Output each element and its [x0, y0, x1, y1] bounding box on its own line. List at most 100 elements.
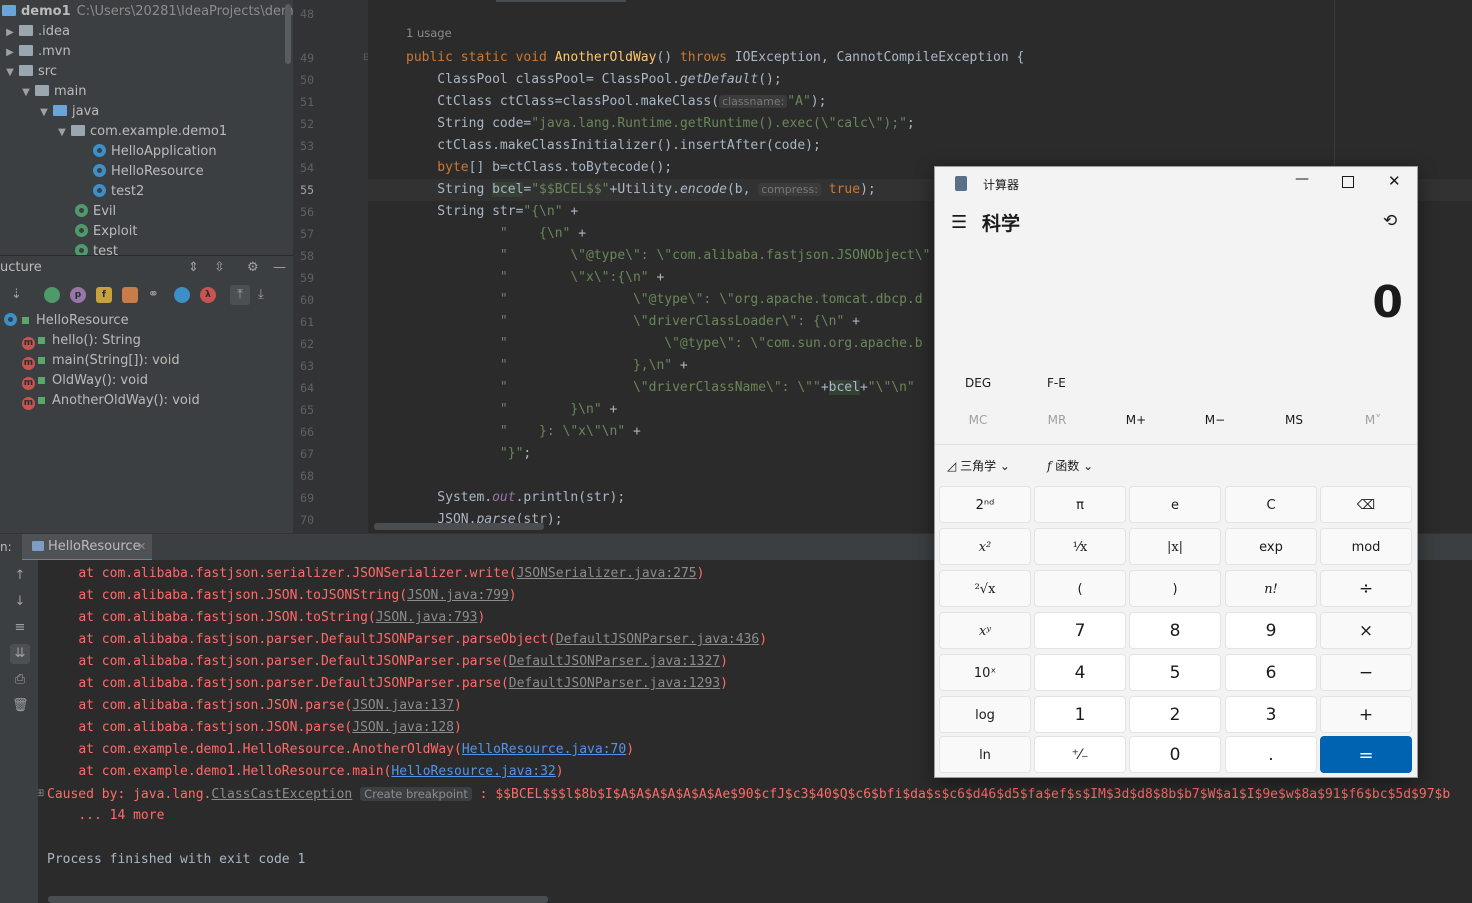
- source-link[interactable]: HelloResource.java:70: [462, 742, 626, 757]
- trigonometry-dropdown[interactable]: ◿ 三角学 ⌄: [947, 457, 1010, 474]
- log-button[interactable]: log: [939, 696, 1031, 733]
- ten-power-button[interactable]: 10ˣ: [939, 654, 1031, 691]
- anonymous-classes-icon[interactable]: [174, 287, 190, 303]
- memory-store-button[interactable]: MS: [1269, 413, 1319, 427]
- create-breakpoint-button[interactable]: Create breakpoint: [360, 787, 472, 801]
- chevron-down-icon[interactable]: ▼: [20, 83, 32, 103]
- source-link[interactable]: JSONSerializer.java:275: [517, 566, 697, 581]
- add-button[interactable]: +: [1320, 696, 1412, 733]
- chevron-right-icon[interactable]: ▶: [4, 23, 16, 43]
- print-icon[interactable]: ⎙: [12, 672, 28, 688]
- collapse-all-icon[interactable]: ⇳: [214, 256, 225, 280]
- gear-icon[interactable]: ⚙: [247, 256, 259, 280]
- close-button[interactable]: ✕: [1388, 172, 1401, 190]
- hierarchy-icon[interactable]: ⚭: [148, 287, 159, 302]
- tree-item-src[interactable]: ▼ src: [4, 62, 57, 82]
- history-icon[interactable]: ⟲: [1383, 211, 1397, 231]
- run-tab-helloresource[interactable]: HelloResource ✕: [22, 534, 152, 561]
- tree-item-evil[interactable]: Evil: [75, 202, 116, 222]
- tree-item-helloresource[interactable]: HelloResource: [93, 162, 204, 182]
- memory-clear-button[interactable]: MC: [953, 413, 1003, 427]
- show-fields-icon[interactable]: f: [96, 287, 112, 303]
- memory-subtract-button[interactable]: M−: [1190, 413, 1240, 427]
- memory-recall-button[interactable]: MR: [1032, 413, 1082, 427]
- source-link[interactable]: JSON.java:799: [407, 588, 509, 603]
- tree-item-test[interactable]: test: [75, 242, 118, 255]
- digit-8-button[interactable]: 8: [1129, 612, 1221, 649]
- exception-link[interactable]: ClassCastException: [211, 787, 352, 802]
- mod-button[interactable]: mod: [1320, 528, 1412, 565]
- lambdas-icon[interactable]: λ: [200, 287, 216, 303]
- digit-2-button[interactable]: 2: [1129, 696, 1221, 733]
- second-function-button[interactable]: 2ⁿᵈ: [939, 486, 1031, 523]
- structure-member[interactable]: m main(String[]): void: [22, 351, 180, 371]
- decimal-button[interactable]: .: [1225, 736, 1317, 773]
- trash-icon[interactable]: 🗑: [12, 698, 29, 714]
- arrow-up-icon[interactable]: ↑: [12, 568, 28, 584]
- tree-item-root[interactable]: demo1 C:\Users\20281\IdeaProjects\demo1: [2, 2, 293, 22]
- digit-3-button[interactable]: 3: [1225, 696, 1317, 733]
- source-link[interactable]: DefaultJSONParser.java:1327: [509, 654, 720, 669]
- source-link[interactable]: JSON.java:128: [352, 720, 454, 735]
- e-button[interactable]: e: [1129, 486, 1221, 523]
- sort-icon[interactable]: ⇣: [11, 287, 22, 302]
- chevron-down-icon[interactable]: ▼: [56, 123, 68, 143]
- power-button[interactable]: xʸ: [939, 612, 1031, 649]
- autoscroll-to-source-icon[interactable]: ⤒: [230, 285, 250, 305]
- ln-button[interactable]: ln: [939, 736, 1031, 773]
- minimize-button[interactable]: —: [1295, 171, 1309, 187]
- show-non-public-icon[interactable]: [122, 287, 138, 303]
- multiply-button[interactable]: ×: [1320, 612, 1412, 649]
- digit-5-button[interactable]: 5: [1129, 654, 1221, 691]
- memory-list-button[interactable]: M˅: [1348, 413, 1398, 427]
- factorial-button[interactable]: n!: [1225, 570, 1317, 607]
- soft-wrap-icon[interactable]: ≡: [12, 620, 28, 636]
- function-dropdown[interactable]: f 函数 ⌄: [1047, 457, 1093, 474]
- arrow-down-icon[interactable]: ↓: [12, 594, 28, 610]
- reciprocal-button[interactable]: ¹⁄x: [1034, 528, 1126, 565]
- tree-item-main[interactable]: ▼ main: [20, 82, 86, 102]
- expand-all-icon[interactable]: ⇕: [188, 256, 199, 280]
- backspace-button[interactable]: ⌫: [1320, 486, 1412, 523]
- chevron-down-icon[interactable]: ▼: [38, 103, 50, 123]
- pi-button[interactable]: π: [1034, 486, 1126, 523]
- tree-item-helloapplication[interactable]: HelloApplication: [93, 142, 217, 162]
- project-scrollbar[interactable]: [285, 4, 291, 64]
- divide-button[interactable]: ÷: [1320, 570, 1412, 607]
- absolute-value-button[interactable]: |x|: [1129, 528, 1221, 565]
- scroll-to-end-icon[interactable]: ⇊: [10, 644, 30, 664]
- show-properties-icon[interactable]: p: [70, 287, 86, 303]
- tree-item-mvn[interactable]: ▶ .mvn: [4, 42, 71, 62]
- digit-4-button[interactable]: 4: [1034, 654, 1126, 691]
- digit-1-button[interactable]: 1: [1034, 696, 1126, 733]
- hamburger-menu-icon[interactable]: ☰: [951, 212, 967, 233]
- structure-member[interactable]: m AnotherOldWay(): void: [22, 391, 200, 411]
- console-horizontal-scrollbar[interactable]: [48, 896, 548, 903]
- digit-7-button[interactable]: 7: [1034, 612, 1126, 649]
- digit-9-button[interactable]: 9: [1225, 612, 1317, 649]
- source-link[interactable]: HelloResource.java:32: [391, 764, 555, 779]
- tree-item-test2[interactable]: test2: [93, 182, 144, 202]
- autoscroll-from-source-icon[interactable]: ⤓: [258, 287, 264, 302]
- source-link[interactable]: DefaultJSONParser.java:1293: [509, 676, 720, 691]
- chevron-right-icon[interactable]: ▶: [4, 43, 16, 63]
- editor-horizontal-scrollbar[interactable]: [374, 523, 544, 530]
- tree-item-idea[interactable]: ▶ .idea: [4, 22, 70, 42]
- fe-button[interactable]: F-E: [1047, 376, 1066, 390]
- square-button[interactable]: x²: [939, 528, 1031, 565]
- square-root-button[interactable]: ²√x: [939, 570, 1031, 607]
- exp-button[interactable]: exp: [1225, 528, 1317, 565]
- usage-hint[interactable]: 1 usage: [406, 26, 452, 40]
- show-inherited-icon[interactable]: [44, 287, 60, 303]
- close-icon[interactable]: ✕: [137, 534, 146, 560]
- memory-add-button[interactable]: M+: [1111, 413, 1161, 427]
- structure-class[interactable]: HelloResource: [4, 311, 129, 331]
- tree-item-exploit[interactable]: Exploit: [75, 222, 137, 242]
- clear-button[interactable]: C: [1225, 486, 1317, 523]
- source-link[interactable]: JSON.java:793: [376, 610, 478, 625]
- chevron-down-icon[interactable]: ▼: [4, 63, 16, 83]
- digit-0-button[interactable]: 0: [1129, 736, 1221, 773]
- tree-item-java[interactable]: ▼ java: [38, 102, 99, 122]
- structure-member[interactable]: m hello(): String: [22, 331, 141, 351]
- close-paren-button[interactable]: ): [1129, 570, 1221, 607]
